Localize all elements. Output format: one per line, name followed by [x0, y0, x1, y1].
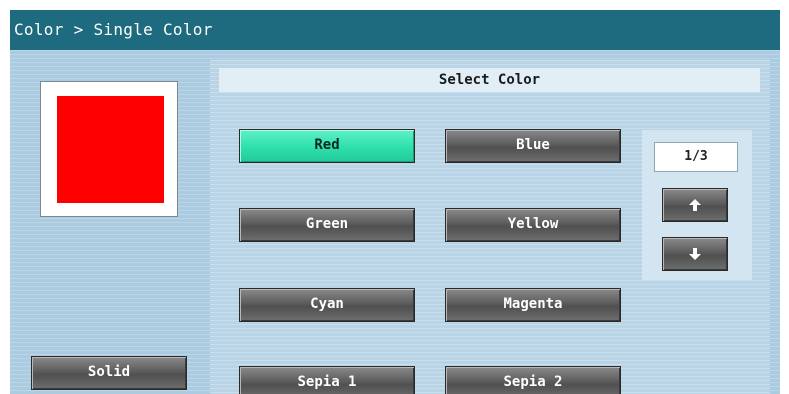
body-area: Select Color Red Blue Green Yellow Cyan …: [10, 50, 780, 394]
color-button-cyan[interactable]: Cyan: [239, 288, 415, 322]
solid-button[interactable]: Solid: [31, 356, 187, 390]
title-bar: Color > Single Color: [10, 10, 780, 50]
color-preview: [40, 81, 178, 217]
arrow-down-icon: [689, 248, 701, 260]
select-color-panel: Select Color Red Blue Green Yellow Cyan …: [210, 60, 770, 394]
color-swatch: [57, 96, 164, 203]
page-title: Color > Single Color: [14, 20, 213, 39]
page-indicator: 1/3: [654, 142, 738, 172]
arrow-up-icon: [689, 199, 701, 211]
color-button-red[interactable]: Red: [239, 129, 415, 163]
page-scroller: 1/3: [642, 130, 752, 280]
color-button-sepia-2[interactable]: Sepia 2: [445, 366, 621, 394]
color-button-sepia-1[interactable]: Sepia 1: [239, 366, 415, 394]
color-button-green[interactable]: Green: [239, 208, 415, 242]
color-button-blue[interactable]: Blue: [445, 129, 621, 163]
panel-header: Select Color: [219, 68, 760, 92]
page-down-button[interactable]: [662, 237, 728, 271]
screen: Color > Single Color Select Color Red Bl…: [10, 10, 780, 394]
color-button-yellow[interactable]: Yellow: [445, 208, 621, 242]
color-button-magenta[interactable]: Magenta: [445, 288, 621, 322]
page-up-button[interactable]: [662, 188, 728, 222]
